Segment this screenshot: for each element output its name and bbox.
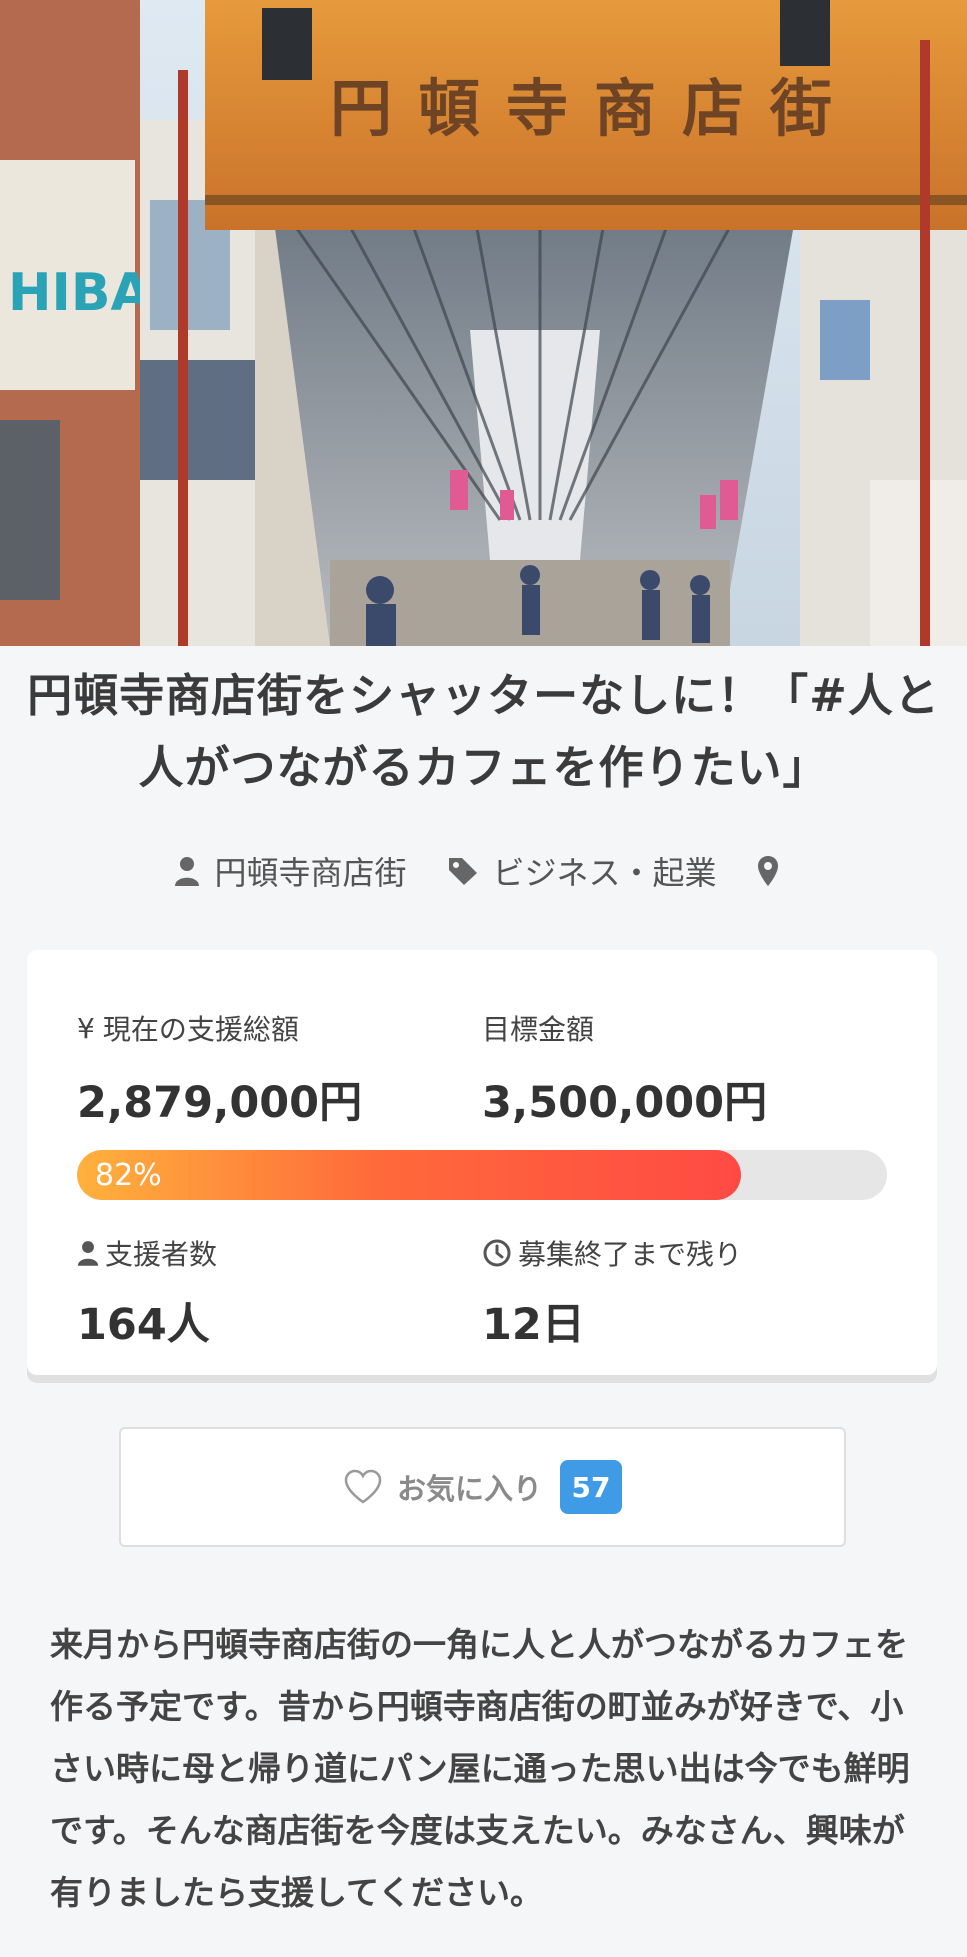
project-meta: 円頓寺商店街 ビジネス・起業: [0, 848, 967, 894]
favorite-label: お気に入り: [396, 1472, 542, 1506]
supporters-label: 支援者数: [77, 1233, 217, 1273]
favorite-button[interactable]: お気に入り 57: [119, 1427, 846, 1547]
heart-icon: [344, 1469, 382, 1504]
owner-link[interactable]: 円頓寺商店街: [174, 848, 407, 894]
goal-amount-label: 目標金額: [482, 1013, 595, 1046]
owner-name: 円頓寺商店街: [214, 854, 407, 892]
yen-icon: ¥: [77, 1011, 95, 1045]
project-description: 来月から円頓寺商店街の一角に人と人がつながるカフェを作る予定です。昔から円頓寺商…: [50, 1625, 910, 1912]
user-icon: [77, 1241, 99, 1266]
current-amount-label: ¥ 現在の支援総額: [77, 1011, 299, 1047]
goal-amount-value: 3,500,000円: [482, 1078, 768, 1128]
supporters-value: 164人: [77, 1300, 210, 1350]
user-icon: [175, 857, 200, 886]
map-pin-icon: [757, 856, 778, 886]
progress-bar: 82%: [77, 1150, 887, 1200]
hero-image: HIBAYA 円頓寺商店街: [0, 0, 967, 646]
progress-percent: 82%: [95, 1158, 162, 1193]
favorite-count-badge: 57: [560, 1460, 622, 1514]
hero-sign-text: 円頓寺商店街: [330, 72, 858, 145]
tag-icon: [448, 858, 477, 885]
progress-fill: [77, 1150, 742, 1200]
remaining-label: 募集終了まで残り: [482, 1233, 742, 1273]
funding-card: ¥ 現在の支援総額 2,879,000円 目標金額 3,500,000円 82%…: [27, 950, 937, 1375]
category-name: ビジネス・起業: [492, 854, 717, 892]
current-amount-value: 2,879,000円: [77, 1078, 363, 1128]
category-link[interactable]: ビジネス・起業: [447, 848, 717, 894]
location-link[interactable]: [757, 855, 793, 887]
remaining-value: 12日: [482, 1300, 585, 1350]
clock-icon: [483, 1239, 511, 1267]
page-title: 円頓寺商店街をシャッターなしに！「#人と人がつながるカフェを作りたい」: [27, 669, 940, 794]
